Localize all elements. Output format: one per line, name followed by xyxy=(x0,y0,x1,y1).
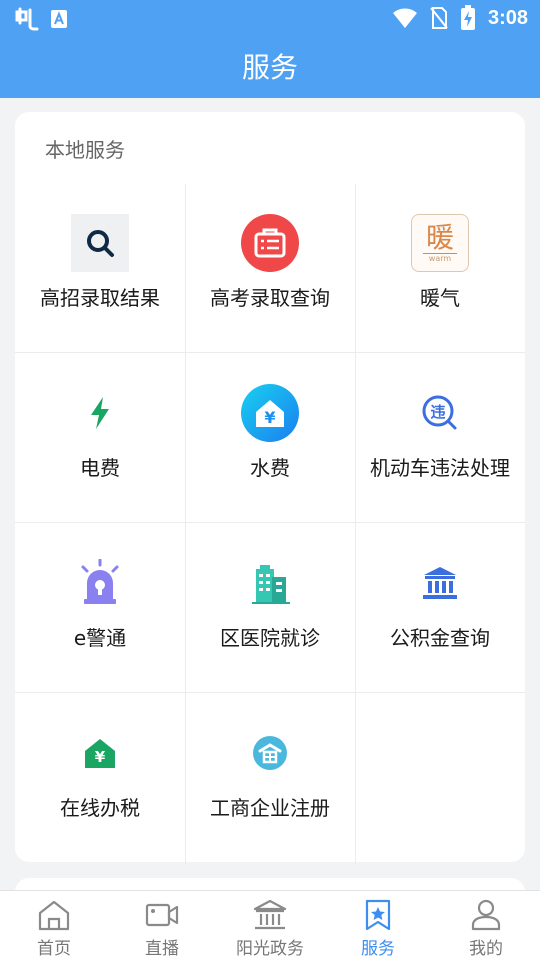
service-label: 公积金查询 xyxy=(390,626,490,650)
service-item-vehicle-violation[interactable]: 违 机动车违法处理 xyxy=(355,354,525,524)
keyboard-notification-icon xyxy=(51,10,67,28)
nav-label: 直播 xyxy=(145,939,179,959)
service-label: 电费 xyxy=(80,456,120,480)
violation-icon-text: 违 xyxy=(430,402,446,421)
no-sim-icon xyxy=(430,7,448,29)
bottom-navigation: 首页 直播 阳光政务 服务 我的 xyxy=(0,890,540,960)
service-item-district-hospital[interactable]: 区医院就诊 xyxy=(185,524,355,694)
government-icon xyxy=(253,899,287,930)
nav-label: 我的 xyxy=(469,939,503,959)
video-icon xyxy=(145,903,179,927)
bank-icon xyxy=(411,554,469,612)
water-fee-icon: ¥ xyxy=(241,384,299,442)
business-icon xyxy=(241,724,299,782)
tax-icon-text: ¥ xyxy=(94,748,106,766)
service-label: 工商企业注册 xyxy=(210,796,330,820)
bookmark-star-icon xyxy=(365,899,391,931)
nav-item-profile[interactable]: 我的 xyxy=(432,891,540,960)
lightning-icon xyxy=(71,384,129,442)
section-title: 本地服务 xyxy=(45,138,125,162)
service-item-electricity[interactable]: 电费 xyxy=(15,354,185,524)
services-grid: 高招录取结果 高考录取查询 暖 warm 暖气 电费 ¥ 水费 违 机动车违法处… xyxy=(15,184,525,864)
police-light-icon xyxy=(71,554,129,612)
tax-icon: ¥ xyxy=(71,724,129,782)
service-label: 高招录取结果 xyxy=(40,286,160,310)
service-label: 区医院就诊 xyxy=(220,626,320,650)
service-item-housing-fund[interactable]: 公积金查询 xyxy=(355,524,525,694)
page-title: 服务 xyxy=(0,38,540,98)
service-item-heating[interactable]: 暖 warm 暖气 xyxy=(355,184,525,354)
service-label: 水费 xyxy=(250,456,290,480)
heating-icon: 暖 warm xyxy=(411,214,469,272)
status-time: 3:08 xyxy=(487,6,528,29)
nav-item-live[interactable]: 直播 xyxy=(108,891,216,960)
service-label: 机动车违法处理 xyxy=(370,456,510,480)
service-label: 高考录取查询 xyxy=(210,286,330,310)
violation-icon: 违 xyxy=(411,384,469,442)
service-label: 在线办税 xyxy=(60,796,140,820)
wifi-icon xyxy=(392,8,417,28)
status-bar: 3:08 xyxy=(0,0,540,38)
service-item-exam-admission-query[interactable]: 高考录取查询 xyxy=(185,184,355,354)
search-icon xyxy=(71,214,129,272)
service-item-business-registration[interactable]: 工商企业注册 xyxy=(185,694,355,864)
service-item-water[interactable]: ¥ 水费 xyxy=(185,354,355,524)
service-item-admission-result[interactable]: 高招录取结果 xyxy=(15,184,185,354)
nav-label: 首页 xyxy=(37,939,71,959)
service-label: 暖气 xyxy=(420,286,460,310)
nav-item-government[interactable]: 阳光政务 xyxy=(216,891,324,960)
local-services-card: 本地服务 高招录取结果 高考录取查询 暖 warm 暖气 电费 ¥ 水费 违 机… xyxy=(15,112,525,864)
battery-charging-icon xyxy=(460,5,475,30)
heating-icon-text: 暖 xyxy=(425,220,454,254)
nav-label: 服务 xyxy=(361,939,395,959)
service-item-e-police[interactable]: e警通 xyxy=(15,524,185,694)
service-label: e警通 xyxy=(73,626,127,650)
service-item-online-tax[interactable]: ¥ 在线办税 xyxy=(15,694,185,864)
home-icon xyxy=(38,900,70,931)
hospital-icon xyxy=(241,554,299,612)
nav-item-home[interactable]: 首页 xyxy=(0,891,108,960)
water-fee-icon-text: ¥ xyxy=(264,407,276,427)
briefcase-icon xyxy=(241,214,299,272)
app-notification-icon xyxy=(15,7,39,31)
user-icon xyxy=(471,899,501,931)
nav-item-services[interactable]: 服务 xyxy=(324,891,432,960)
nav-label: 阳光政务 xyxy=(236,939,304,959)
heating-icon-subtext: warm xyxy=(422,252,458,264)
